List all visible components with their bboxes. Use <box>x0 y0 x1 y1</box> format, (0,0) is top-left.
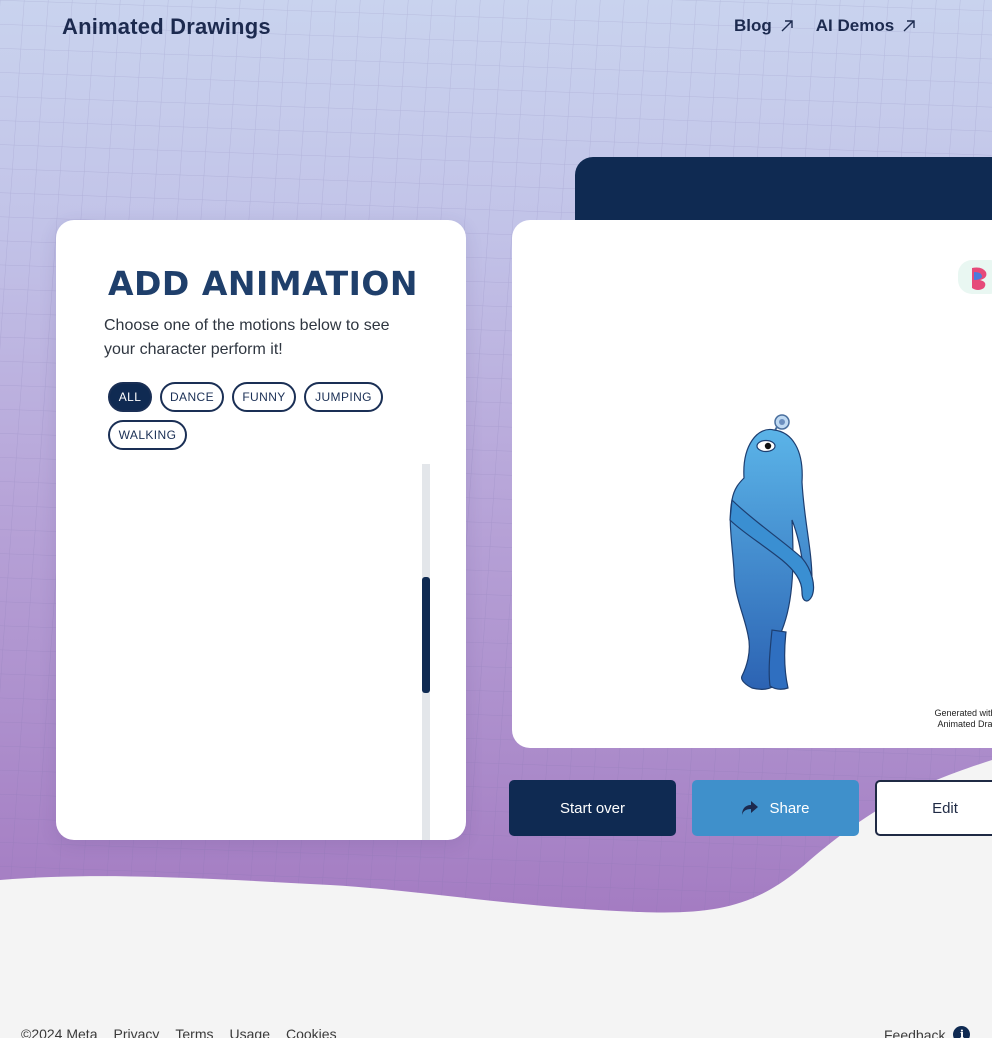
edit-label: Edit <box>932 799 958 817</box>
external-arrow-icon <box>903 20 915 32</box>
nav-ai-demos-link[interactable]: AI Demos <box>816 16 916 36</box>
start-over-button[interactable]: Start over <box>509 780 676 836</box>
nav-blog-label: Blog <box>734 16 772 35</box>
top-nav: Blog AI Demos <box>734 16 916 36</box>
panel-description: Choose one of the motions below to see y… <box>104 317 390 358</box>
footer-copyright: ©2024 Meta <box>21 1026 98 1038</box>
motion-grid <box>106 472 424 840</box>
watermark-line-1: Generated with <box>934 708 992 718</box>
motion-grid-scroll-thumb[interactable] <box>422 577 430 693</box>
external-arrow-icon <box>781 20 793 32</box>
info-icon: i <box>953 1026 971 1038</box>
nav-ai-demos-label: AI Demos <box>815 16 895 35</box>
app-logo-icon <box>972 267 987 290</box>
panel-title: ADD ANIMATION <box>108 264 419 303</box>
animation-preview: Generated with Animated Dra <box>512 220 992 748</box>
filter-chip-jumping[interactable]: JUMPING <box>304 382 383 412</box>
share-label: Share <box>769 799 810 817</box>
footer-link-cookies[interactable]: Cookies <box>286 1026 337 1038</box>
start-over-label: Start over <box>559 799 626 817</box>
footer-link-terms[interactable]: Terms <box>175 1026 213 1038</box>
filter-chip-dance[interactable]: DANCE <box>160 382 224 412</box>
footer-link-usage[interactable]: Usage <box>230 1026 270 1038</box>
edit-button[interactable]: Edit <box>875 780 992 836</box>
filter-chip-funny[interactable]: FUNNY <box>232 382 296 412</box>
filter-chip-walking[interactable]: WALKING <box>108 420 187 450</box>
filter-chip-all[interactable]: ALL <box>108 382 152 412</box>
watermark-line-2: Animated Dra <box>937 719 992 729</box>
feedback-link[interactable]: Feedback i <box>884 1026 971 1038</box>
character-illustration <box>729 414 815 690</box>
feedback-label: Feedback <box>884 1026 946 1038</box>
brand-logo-text[interactable]: Animated Drawings <box>62 14 271 40</box>
nav-blog-link[interactable]: Blog <box>734 16 794 36</box>
add-animation-panel: ADD ANIMATION Choose one of the motions … <box>56 220 466 840</box>
floating-app-logo[interactable] <box>958 260 992 294</box>
generated-watermark: Generated with Animated Dra <box>920 708 992 730</box>
share-arrow-icon <box>742 801 759 815</box>
footer-links: ©2024 Meta Privacy Terms Usage Cookies <box>21 1026 337 1038</box>
footer-link-privacy[interactable]: Privacy <box>113 1026 159 1038</box>
share-button[interactable]: Share <box>692 780 859 836</box>
